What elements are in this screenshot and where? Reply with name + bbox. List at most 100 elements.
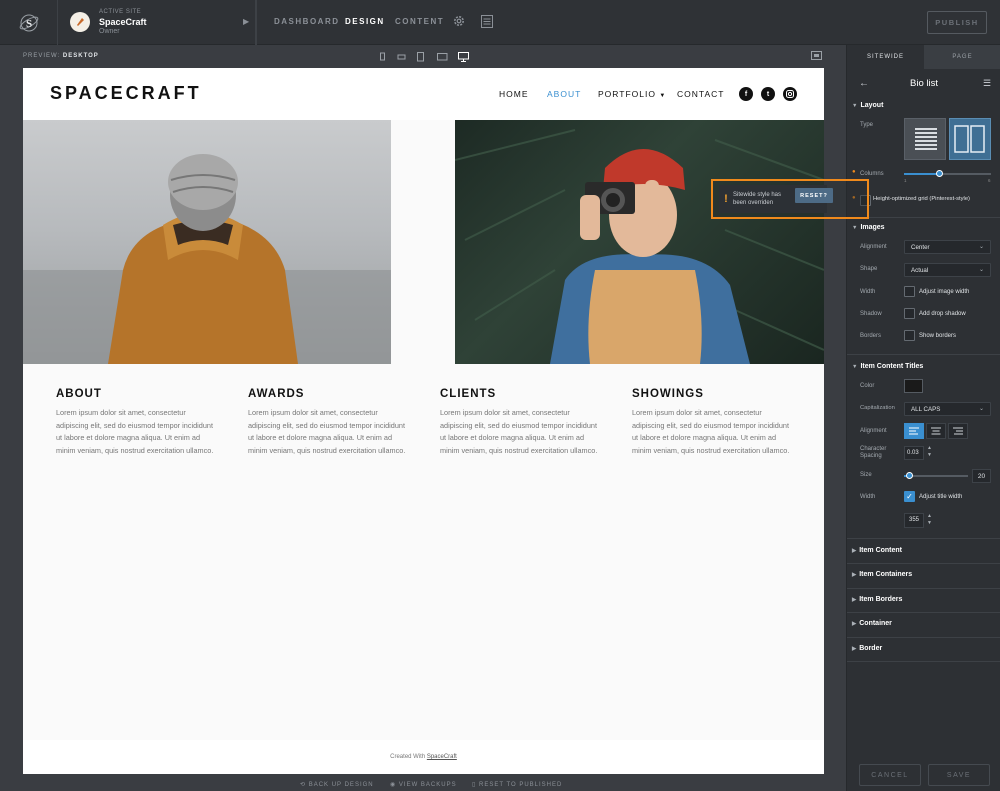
layout-type-grid[interactable] (949, 118, 991, 160)
menu-contact[interactable]: CONTACT (677, 89, 724, 99)
image-alignment-select[interactable]: Center ⌄ (904, 240, 991, 254)
nav-dashboard[interactable]: DASHBOARD (274, 17, 340, 26)
drop-shadow-checkbox[interactable] (904, 308, 915, 319)
site-avatar (70, 12, 90, 32)
show-borders-label: Show borders (919, 333, 957, 339)
expand-preview-icon[interactable] (811, 51, 822, 61)
publish-button[interactable]: PUBLISH (927, 11, 987, 34)
footer-link[interactable]: SpaceCraft (427, 754, 457, 760)
adjust-image-width-checkbox[interactable] (904, 286, 915, 297)
section-images[interactable]: ▼ Images (852, 224, 885, 231)
pinterest-grid-label: Height-optimized grid (Pinterest-style) (873, 196, 970, 202)
site-switcher[interactable]: ACTIVE SITE SpaceCraft Owner ▶ (58, 0, 256, 45)
phone-portrait-icon[interactable] (380, 51, 386, 63)
title-alignment-label: Alignment (860, 428, 887, 434)
phone-landscape-icon[interactable] (397, 51, 407, 63)
chevron-down-icon: ⌄ (978, 244, 984, 250)
reset-style-button[interactable]: RESET? (795, 188, 833, 203)
stepper-arrows-icon[interactable]: ▲ ▼ (927, 513, 932, 527)
design-settings-panel: SITEWIDE PAGE ← Bio list ☰ ▼ Layout Type … (846, 45, 1000, 791)
section-container[interactable]: ▶ Container (852, 620, 892, 627)
caret-down-icon: ▼ (659, 93, 667, 99)
bio-title: AWARDS (248, 388, 305, 400)
layout-type-list[interactable] (904, 118, 946, 160)
section-border[interactable]: ▶ Border (852, 645, 882, 652)
nav-design[interactable]: DESIGN (345, 17, 385, 26)
site-header: SPACECRAFT HOME ABOUT PORTFOLIO ▼ CONTAC… (23, 68, 824, 120)
borders-label: Borders (860, 333, 882, 339)
align-right-icon (953, 427, 963, 435)
capitalization-label: Capitalization (860, 405, 895, 411)
site-brand-logo[interactable]: SPACECRAFT (50, 83, 202, 104)
tablet-landscape-icon[interactable] (437, 51, 448, 63)
tab-sitewide[interactable]: SITEWIDE (847, 45, 924, 69)
section-layout[interactable]: ▼ Layout (852, 102, 883, 109)
bio-column-showings: SHOWINGS Lorem ipsum dolor sit amet, con… (632, 388, 792, 458)
align-left-button[interactable] (904, 423, 924, 439)
app-logo[interactable]: S (0, 0, 58, 45)
gear-icon[interactable] (452, 14, 466, 28)
width-label: Width (860, 289, 876, 295)
size-slider-handle[interactable] (905, 472, 913, 479)
facebook-icon[interactable]: f (739, 87, 753, 101)
section-item-content[interactable]: ▶ Item Content (852, 547, 902, 554)
spacecraft-logo-icon: S (19, 14, 38, 31)
align-center-button[interactable] (926, 423, 946, 439)
grid-layout-icon (954, 125, 985, 153)
caret-right-icon: ▶ (852, 572, 857, 578)
bio-title: SHOWINGS (632, 388, 704, 400)
columns-label: Columns (860, 171, 884, 177)
section-item-content-titles[interactable]: ▼ Item Content Titles (852, 363, 923, 370)
columns-slider-handle[interactable] (935, 170, 943, 177)
desktop-icon[interactable] (458, 51, 469, 63)
nav-content[interactable]: CONTENT (395, 17, 444, 26)
image-shape-select[interactable]: Actual ⌄ (904, 263, 991, 277)
twitter-icon[interactable]: t (761, 87, 775, 101)
size-slider[interactable] (904, 472, 968, 479)
site-role: Owner (99, 28, 120, 35)
backup-icon: ⟲ (300, 782, 307, 788)
view-backups-button[interactable]: ◉ VIEW BACKUPS (390, 781, 457, 788)
caret-right-icon: ▶ (852, 548, 857, 554)
instagram-icon[interactable] (783, 87, 797, 101)
menu-about[interactable]: ABOUT (547, 89, 581, 99)
site-preview-frame: SPACECRAFT HOME ABOUT PORTFOLIO ▼ CONTAC… (23, 68, 824, 774)
bio-column-clients: CLIENTS Lorem ipsum dolor sit amet, cons… (440, 388, 600, 458)
menu-portfolio[interactable]: PORTFOLIO ▼ (598, 89, 666, 99)
stepper-arrows-icon[interactable]: ▲ ▼ (927, 445, 932, 459)
adjust-image-width-label: Adjust image width (919, 289, 970, 295)
save-button[interactable]: SAVE (928, 764, 990, 786)
list-layout-icon (915, 128, 937, 150)
reset-to-published-button[interactable]: ▯ RESET TO PUBLISHED (472, 781, 562, 788)
section-item-containers[interactable]: ▶ Item Containers (852, 571, 912, 578)
bio-text: Lorem ipsum dolor sit amet, consectetur … (632, 408, 790, 456)
size-input[interactable]: 20 (972, 469, 991, 483)
list-options-icon[interactable]: ☰ (983, 78, 991, 89)
section-item-borders[interactable]: ▶ Item Borders (852, 596, 902, 603)
back-up-design-button[interactable]: ⟲ BACK UP DESIGN (300, 781, 374, 788)
title-color-swatch[interactable] (904, 379, 923, 393)
site-name: SpaceCraft (99, 17, 147, 27)
capitalization-select[interactable]: ALL CAPS ⌄ (904, 402, 991, 416)
active-site-label: ACTIVE SITE (99, 9, 142, 15)
show-borders-checkbox[interactable] (904, 330, 915, 341)
columns-slider[interactable] (904, 170, 991, 177)
play-arrow-icon[interactable]: ▶ (243, 17, 249, 26)
menu-home[interactable]: HOME (499, 89, 529, 99)
tab-page[interactable]: PAGE (924, 45, 1000, 69)
type-label: Type (860, 122, 874, 128)
align-center-icon (931, 427, 941, 435)
character-spacing-label: Character Spacing (860, 446, 887, 459)
override-message: Sitewide style has been overriden (733, 192, 782, 206)
bio-text: Lorem ipsum dolor sit amet, consectetur … (56, 408, 214, 456)
cancel-button[interactable]: CANCEL (859, 764, 921, 786)
align-right-button[interactable] (948, 423, 968, 439)
color-label: Color (860, 383, 875, 389)
layout-grid-icon[interactable] (481, 15, 493, 28)
tablet-portrait-icon[interactable] (417, 51, 425, 63)
adjust-title-width-checkbox[interactable]: ✓ (904, 491, 915, 502)
title-width-input[interactable]: 355 (904, 513, 924, 528)
adjust-title-width-label: Adjust title width (919, 494, 963, 500)
character-spacing-input[interactable]: 0.03 (904, 446, 924, 460)
svg-text:S: S (25, 18, 31, 30)
